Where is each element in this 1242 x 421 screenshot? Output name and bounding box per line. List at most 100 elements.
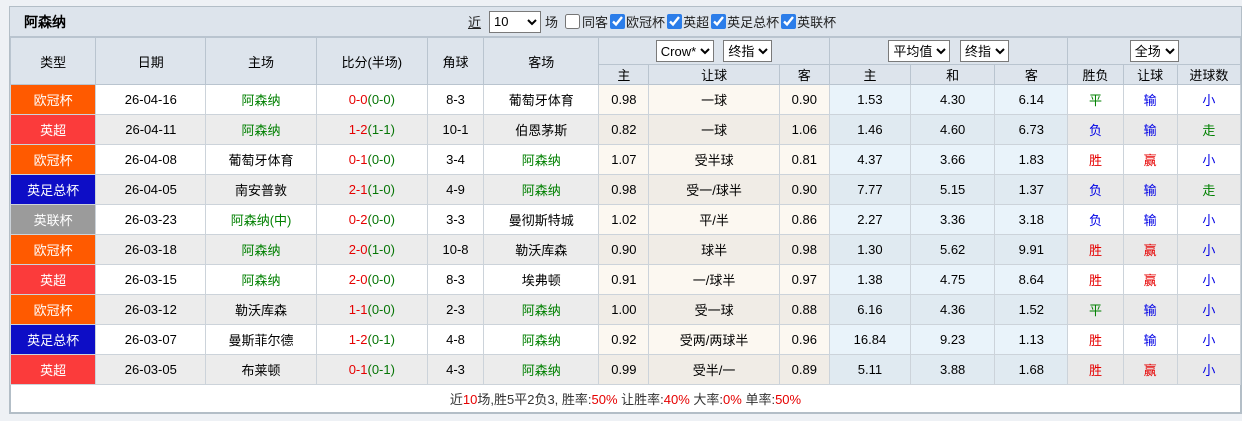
corners-cell: 3-3 bbox=[426, 204, 485, 235]
col-odds-away: 客 bbox=[778, 64, 830, 85]
goals-result-cell: 走 bbox=[1176, 174, 1242, 205]
home-team-cell: 阿森纳(中) bbox=[205, 204, 317, 235]
same-away-checkbox[interactable] bbox=[565, 14, 581, 29]
filter-ucl[interactable]: 欧冠杯 bbox=[608, 12, 665, 31]
home-team-cell: 阿森纳 bbox=[205, 234, 317, 265]
team-title: 阿森纳 bbox=[24, 13, 66, 30]
result-cell: 胜 bbox=[1067, 144, 1124, 175]
filter-league-cup[interactable]: 英联杯 bbox=[779, 12, 836, 31]
col-handicap-result: 让球 bbox=[1122, 64, 1178, 85]
odds-home-cell: 0.90 bbox=[598, 234, 650, 265]
filter-epl[interactable]: 英超 bbox=[665, 12, 709, 31]
col-corners: 角球 bbox=[426, 37, 485, 85]
home-team-cell: 布莱顿 bbox=[205, 354, 317, 385]
col-score: 比分(半场) bbox=[315, 37, 428, 85]
bookmaker-stage-select[interactable]: 终指 bbox=[723, 40, 773, 62]
date-cell: 26-03-05 bbox=[95, 354, 207, 385]
odds-home-cell: 1.02 bbox=[598, 204, 650, 235]
matches-label: 场 bbox=[545, 15, 559, 30]
goals-result-cell: 小 bbox=[1176, 264, 1242, 295]
date-cell: 26-04-08 bbox=[95, 144, 207, 175]
score-cell: 1-2(0-1) bbox=[315, 324, 428, 355]
corners-cell: 3-4 bbox=[426, 144, 485, 175]
halftime-score: (1-0) bbox=[367, 182, 395, 197]
halftime-score: (1-0) bbox=[367, 242, 395, 257]
filter-label[interactable]: 欧冠杯 bbox=[626, 12, 665, 31]
halftime-score: (0-0) bbox=[367, 212, 395, 227]
summary-segment: 单率: bbox=[741, 392, 776, 407]
date-cell: 26-03-12 bbox=[95, 294, 207, 325]
average-stage-select[interactable]: 终指 bbox=[959, 40, 1009, 62]
type-badge: 英足总杯 bbox=[9, 174, 97, 205]
away-team-cell: 曼彻斯特城 bbox=[483, 204, 600, 235]
avg-home-cell: 6.16 bbox=[828, 294, 912, 325]
filter-label[interactable]: 英足总杯 bbox=[727, 12, 779, 31]
home-team-cell: 阿森纳 bbox=[205, 264, 317, 295]
filter-checkbox-epl[interactable] bbox=[667, 14, 683, 29]
fulltime-score: 2-0 bbox=[348, 272, 368, 287]
date-cell: 26-03-18 bbox=[95, 234, 207, 265]
type-badge: 英联杯 bbox=[9, 204, 97, 235]
handicap-cell: 一球 bbox=[648, 84, 780, 115]
col-avg-home: 主 bbox=[828, 64, 912, 85]
scope-select[interactable]: 全场 bbox=[1129, 40, 1179, 62]
filter-label[interactable]: 英联杯 bbox=[797, 12, 836, 31]
fulltime-score: 0-0 bbox=[348, 92, 368, 107]
recent-count-select[interactable]: 10 bbox=[489, 10, 542, 33]
filter-label[interactable]: 英超 bbox=[683, 12, 709, 31]
away-team-cell: 伯恩茅斯 bbox=[483, 114, 600, 145]
avg-draw-cell: 3.36 bbox=[910, 204, 996, 235]
handicap-cell: 球半 bbox=[648, 234, 780, 265]
recent-link[interactable]: 近 bbox=[468, 12, 481, 31]
avg-home-cell: 2.27 bbox=[828, 204, 912, 235]
halftime-score: (0-0) bbox=[367, 92, 395, 107]
corners-cell: 4-9 bbox=[426, 174, 485, 205]
halftime-score: (0-0) bbox=[367, 302, 395, 317]
odds-away-cell: 1.06 bbox=[778, 114, 830, 145]
odds-home-cell: 0.98 bbox=[598, 174, 650, 205]
corners-cell: 8-3 bbox=[426, 84, 485, 115]
type-badge: 欧冠杯 bbox=[9, 144, 97, 175]
avg-home-cell: 1.30 bbox=[828, 234, 912, 265]
average-select[interactable]: 平均值 bbox=[888, 40, 951, 62]
handicap-cell: 受一球 bbox=[648, 294, 780, 325]
filter-checkbox-ucl[interactable] bbox=[610, 14, 626, 29]
table-row: 英超 26-03-15 阿森纳 2-0(0-0) 8-3 埃弗顿 0.91 一/… bbox=[9, 264, 1242, 295]
away-team-cell: 阿森纳 bbox=[483, 324, 600, 355]
filter-checkbox-league-cup[interactable] bbox=[781, 14, 797, 29]
handicap-cell: 一/球半 bbox=[648, 264, 780, 295]
scope-selector-cell: 全场 bbox=[1067, 37, 1241, 65]
summary-segment: 50% bbox=[591, 392, 618, 407]
fulltime-score: 2-1 bbox=[348, 182, 368, 197]
odds-home-cell: 0.82 bbox=[598, 114, 650, 145]
same-away-label[interactable]: 同客 bbox=[582, 12, 608, 31]
handicap-result-cell: 赢 bbox=[1122, 144, 1178, 175]
avg-away-cell: 8.64 bbox=[994, 264, 1069, 295]
fulltime-score: 1-1 bbox=[348, 302, 368, 317]
bookmaker-select[interactable]: Crow* bbox=[655, 40, 714, 62]
home-team-cell: 葡萄牙体育 bbox=[205, 144, 317, 175]
type-badge: 英足总杯 bbox=[9, 324, 97, 355]
avg-away-cell: 1.83 bbox=[994, 144, 1069, 175]
type-badge: 欧冠杯 bbox=[9, 294, 97, 325]
bookmaker-selector-cell: Crow* 终指 bbox=[598, 37, 830, 65]
away-team-cell: 阿森纳 bbox=[483, 174, 600, 205]
avg-draw-cell: 4.36 bbox=[910, 294, 996, 325]
col-date: 日期 bbox=[95, 37, 207, 85]
filter-fa-cup[interactable]: 英足总杯 bbox=[709, 12, 779, 31]
filter-checkbox-fa-cup[interactable] bbox=[711, 14, 727, 29]
avg-draw-cell: 4.60 bbox=[910, 114, 996, 145]
handicap-result-cell: 输 bbox=[1122, 174, 1178, 205]
type-badge: 欧冠杯 bbox=[9, 234, 97, 265]
summary-segment: 场,胜5平2负3, 胜率: bbox=[477, 392, 592, 407]
handicap-cell: 受半/一 bbox=[648, 354, 780, 385]
date-cell: 26-03-07 bbox=[95, 324, 207, 355]
score-cell: 2-0(1-0) bbox=[315, 234, 428, 265]
type-badge: 英超 bbox=[9, 114, 97, 145]
home-team-cell: 南安普敦 bbox=[205, 174, 317, 205]
result-cell: 负 bbox=[1067, 204, 1124, 235]
avg-away-cell: 9.91 bbox=[994, 234, 1069, 265]
col-avg-draw: 和 bbox=[910, 64, 996, 85]
odds-away-cell: 0.96 bbox=[778, 324, 830, 355]
summary-segment: 0% bbox=[723, 392, 742, 407]
